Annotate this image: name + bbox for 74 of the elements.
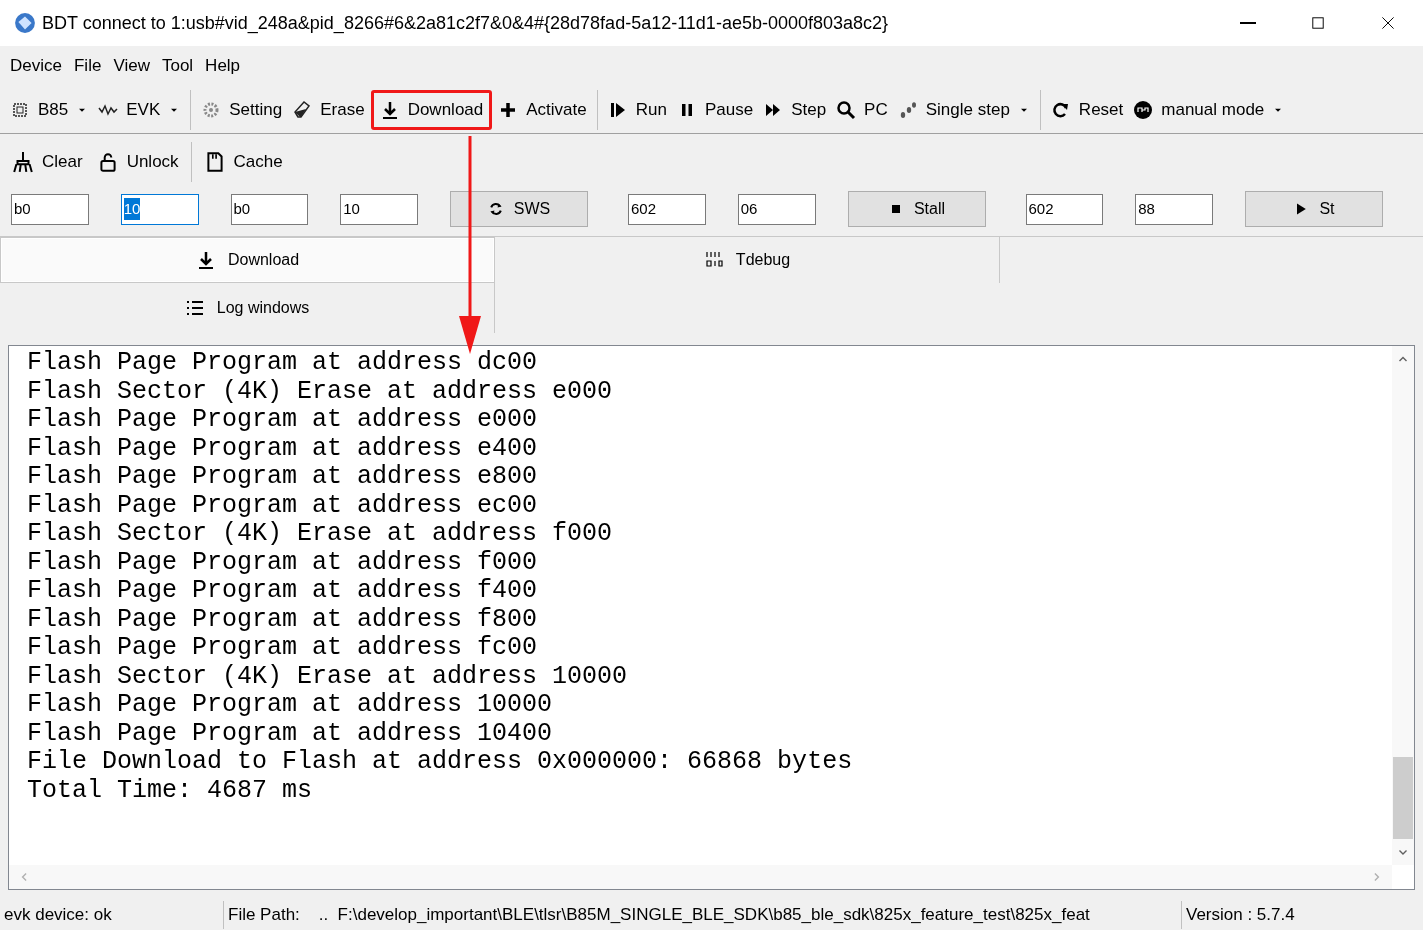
log-line: Flash Sector (4K) Erase at address f000 [27, 520, 614, 549]
log-line: Flash Page Program at address f000 [27, 548, 539, 577]
log-line: Flash Page Program at address fc00 [27, 634, 539, 663]
eraser-icon [292, 99, 313, 120]
toolbar-button[interactable]: Cache [199, 142, 287, 182]
toolbar-button[interactable]: PC [832, 89, 892, 130]
status-text: Version : 5.7.4 [1185, 904, 1296, 927]
field-value: 602 [1028, 198, 1054, 219]
menu-item[interactable]: File [67, 53, 108, 79]
field-value: b0 [233, 198, 251, 219]
log-line: File Download to Flash at address 0x000000: 66868 bytes [27, 748, 854, 777]
minimize-icon [1240, 22, 1256, 24]
log-line: Flash Page Program at address 10000 [27, 691, 554, 720]
push-button[interactable]: Stall [847, 191, 986, 227]
status-text: evk device: ok [0, 901, 224, 929]
dropdown-button[interactable]: manual mode [1129, 89, 1289, 130]
binary-icon [703, 250, 724, 270]
push-button[interactable]: St [1245, 191, 1383, 227]
field-value: 602 [631, 198, 657, 219]
mode-icon [1133, 99, 1154, 120]
dropdown-button[interactable]: Single step [893, 89, 1034, 130]
log-line: Flash Sector (4K) Erase at address e000 [27, 377, 614, 406]
menu-item[interactable]: Device [4, 53, 68, 79]
maximize-icon [1310, 15, 1326, 31]
app-icon [14, 12, 36, 34]
scrollbar-thumb[interactable] [1393, 757, 1413, 839]
window-title: BDT connect to 1:usb#vid_248a&pid_8266#6&2a81c2f7&0&4#{28d78fad-5a12-11d1-ae5b-0000f803a8c2} [42, 11, 889, 36]
input-field[interactable]: 602 [628, 193, 706, 225]
tab[interactable]: Download [0, 237, 495, 283]
input-field[interactable]: 06 [737, 193, 816, 225]
toolbar-button[interactable]: Reset [1046, 89, 1128, 130]
search-icon [836, 99, 857, 120]
toolbar-button[interactable]: Unlock [92, 142, 183, 182]
log-line: Flash Sector (4K) Erase at address 10000 [27, 662, 629, 691]
log-line: Flash Page Program at address ec00 [27, 491, 539, 520]
menu-item[interactable]: View [107, 53, 156, 79]
vertical-scrollbar[interactable] [1392, 346, 1414, 865]
dropdown-button[interactable]: B85 [6, 89, 93, 130]
toolbar-button[interactable]: Step [759, 89, 831, 130]
toolbar-button[interactable]: Pause [672, 89, 758, 130]
toolbar-button[interactable]: Clear [8, 142, 87, 182]
dropdown-button[interactable]: EVK [94, 89, 185, 130]
push-button[interactable]: SWS [450, 191, 588, 227]
log-line: Flash Page Program at address f800 [27, 605, 539, 634]
field-value: 88 [1138, 198, 1155, 219]
toolbar-button[interactable]: Setting [197, 89, 287, 130]
input-field[interactable]: b0 [11, 193, 89, 225]
horizontal-scrollbar[interactable] [9, 865, 1392, 889]
toolbar-button[interactable]: Activate [494, 89, 591, 130]
toolbar-button[interactable]: Download [370, 89, 493, 130]
input-field[interactable]: 10 [340, 193, 418, 225]
field-value: 10 [123, 197, 141, 221]
field-value: 10 [343, 198, 360, 219]
toolbar-button[interactable]: Erase [288, 89, 369, 130]
menu-item[interactable]: Help [199, 53, 247, 79]
input-field[interactable]: 10 [120, 193, 199, 225]
list-icon [184, 298, 205, 318]
log-line: Flash Page Program at address 10400 [27, 719, 554, 748]
log-line: Flash Page Program at address e400 [27, 434, 539, 463]
brush-icon [12, 151, 34, 173]
log-line: Flash Page Program at address e000 [27, 406, 539, 435]
close-icon [1380, 15, 1396, 31]
log-line: Total Time: 4687 ms [27, 776, 314, 805]
field-value: b0 [14, 198, 31, 219]
log-line: Flash Page Program at address e800 [27, 463, 539, 492]
toolbar-button[interactable]: Run [603, 89, 671, 130]
input-field[interactable]: b0 [230, 193, 309, 225]
log-line: Flash Page Program at address dc00 [27, 349, 539, 378]
input-field[interactable]: 602 [1025, 193, 1104, 225]
field-value: 06 [740, 198, 758, 219]
menu-item[interactable]: Tool [155, 53, 200, 79]
input-field[interactable]: 88 [1135, 193, 1213, 225]
log-line: Flash Page Program at address f400 [27, 577, 539, 606]
status-text: File Path: .. F:\develop_important\BLE\tlsr\B85M_SINGLE_BLE_SDK\b85_ble_sdk\825x_feature_test\825x_feat [224, 901, 1182, 929]
